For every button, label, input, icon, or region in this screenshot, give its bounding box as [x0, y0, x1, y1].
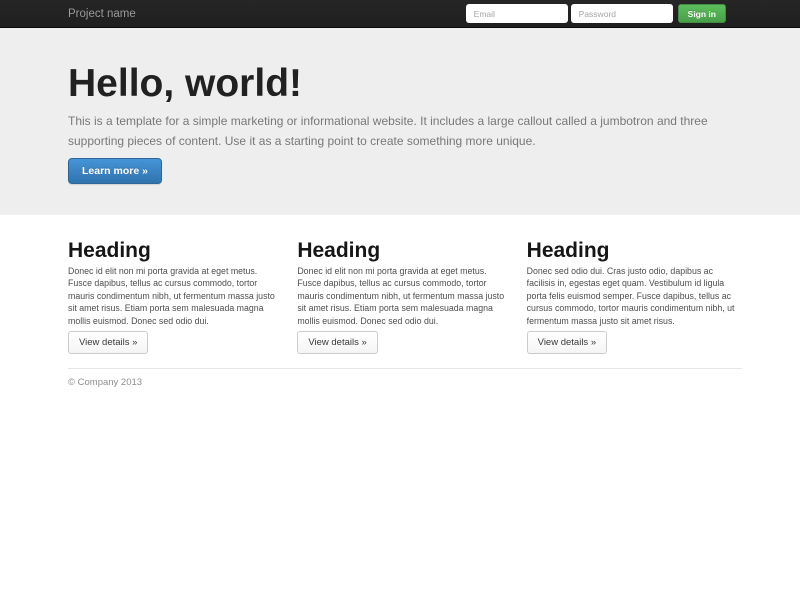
- jumbotron: Hello, world! This is a template for a s…: [0, 28, 800, 215]
- content-column-3: Heading Donec sed odio dui. Cras justo o…: [526, 215, 742, 355]
- signin-form: Sign in: [465, 4, 726, 23]
- navbar: Project name Sign in: [0, 0, 800, 28]
- content-column-2: Heading Donec id elit non mi porta gravi…: [297, 215, 512, 355]
- column-heading: Heading: [526, 238, 610, 262]
- column-heading: Heading: [68, 238, 151, 262]
- content-section: Heading Donec id elit non mi porta gravi…: [68, 215, 742, 388]
- view-details-button-1[interactable]: View details »: [68, 331, 149, 355]
- signin-button[interactable]: Sign in: [677, 4, 726, 23]
- copyright-text: © Company 2013: [68, 377, 143, 389]
- page-title: Hello, world!: [68, 62, 302, 105]
- column-heading: Heading: [297, 238, 381, 262]
- column-body: Donec id elit non mi porta gravida at eg…: [297, 265, 505, 326]
- column-body: Donec id elit non mi porta gravida at eg…: [68, 265, 275, 326]
- email-input[interactable]: [465, 4, 568, 23]
- password-input[interactable]: [570, 4, 673, 23]
- learn-more-button[interactable]: Learn more »: [68, 157, 162, 184]
- footer: © Company 2013: [68, 368, 742, 388]
- content-column-1: Heading Donec id elit non mi porta gravi…: [68, 215, 283, 355]
- marketing-columns: Heading Donec id elit non mi porta gravi…: [68, 215, 742, 355]
- view-details-button-2[interactable]: View details »: [297, 331, 378, 355]
- footer-divider: [68, 368, 742, 370]
- jumbotron-description: This is a template for a simple marketin…: [68, 113, 708, 148]
- navbar-brand[interactable]: Project name: [68, 0, 136, 28]
- jumbotron-container: Hello, world! This is a template for a s…: [68, 62, 742, 184]
- view-details-button-3[interactable]: View details »: [526, 331, 608, 355]
- column-body: Donec sed odio dui. Cras justo odio, dap…: [526, 265, 735, 326]
